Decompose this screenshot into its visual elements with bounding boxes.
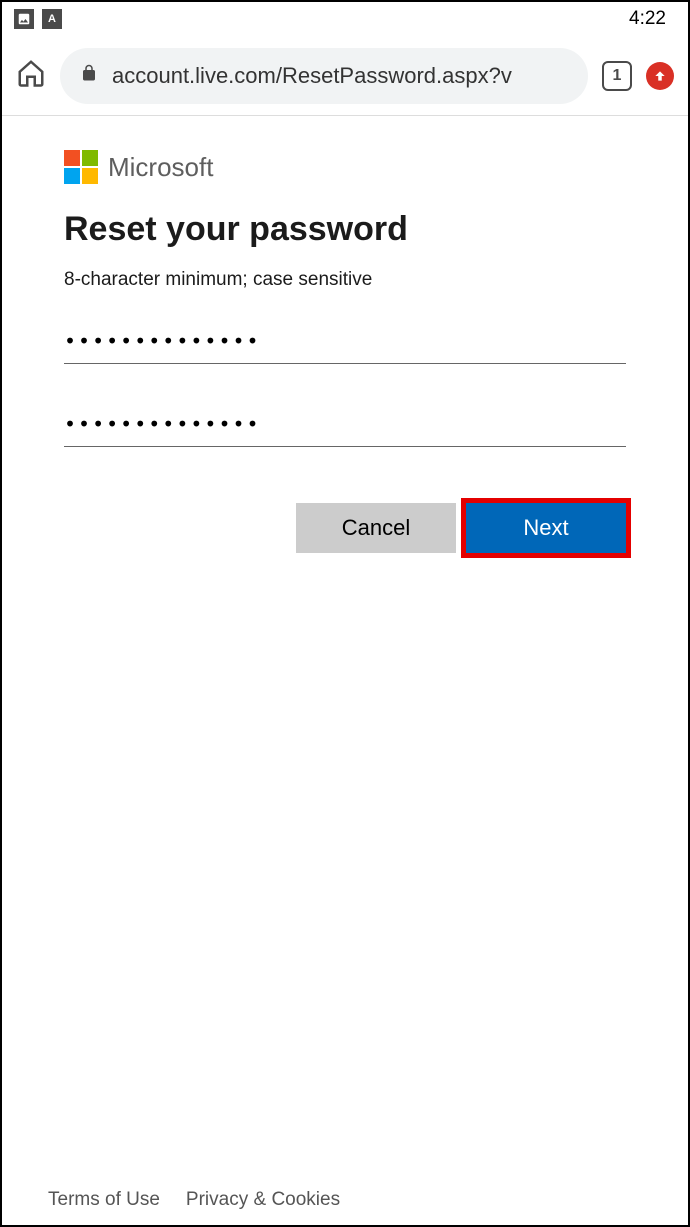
microsoft-logo-icon (64, 150, 98, 184)
browser-toolbar: account.live.com/ResetPassword.aspx?v 1 (2, 36, 688, 116)
cancel-button[interactable]: Cancel (296, 503, 456, 553)
confirm-password-input[interactable] (64, 402, 626, 447)
next-button[interactable]: Next (466, 503, 626, 553)
new-password-input[interactable] (64, 319, 626, 364)
lock-icon (80, 63, 98, 88)
status-icons-left: A (14, 9, 62, 29)
footer: Terms of Use Privacy & Cookies (2, 1175, 688, 1225)
page-content: Microsoft Reset your password 8-characte… (2, 116, 688, 587)
status-bar: A 4:22 (2, 2, 688, 36)
terms-of-use-link[interactable]: Terms of Use (48, 1189, 160, 1211)
app-notification-icon: A (42, 9, 62, 29)
button-row: Cancel Next (64, 503, 626, 553)
status-time: 4:22 (629, 8, 676, 30)
update-available-icon[interactable] (646, 62, 674, 90)
address-bar[interactable]: account.live.com/ResetPassword.aspx?v (60, 48, 588, 104)
page-title: Reset your password (64, 210, 626, 249)
privacy-cookies-link[interactable]: Privacy & Cookies (186, 1189, 340, 1211)
image-notification-icon (14, 9, 34, 29)
password-hint: 8-character minimum; case sensitive (64, 269, 626, 291)
microsoft-logo: Microsoft (64, 150, 626, 184)
home-button[interactable] (16, 58, 46, 93)
microsoft-logo-text: Microsoft (108, 152, 213, 183)
tab-switcher-button[interactable]: 1 (602, 61, 632, 91)
url-text: account.live.com/ResetPassword.aspx?v (112, 63, 512, 89)
